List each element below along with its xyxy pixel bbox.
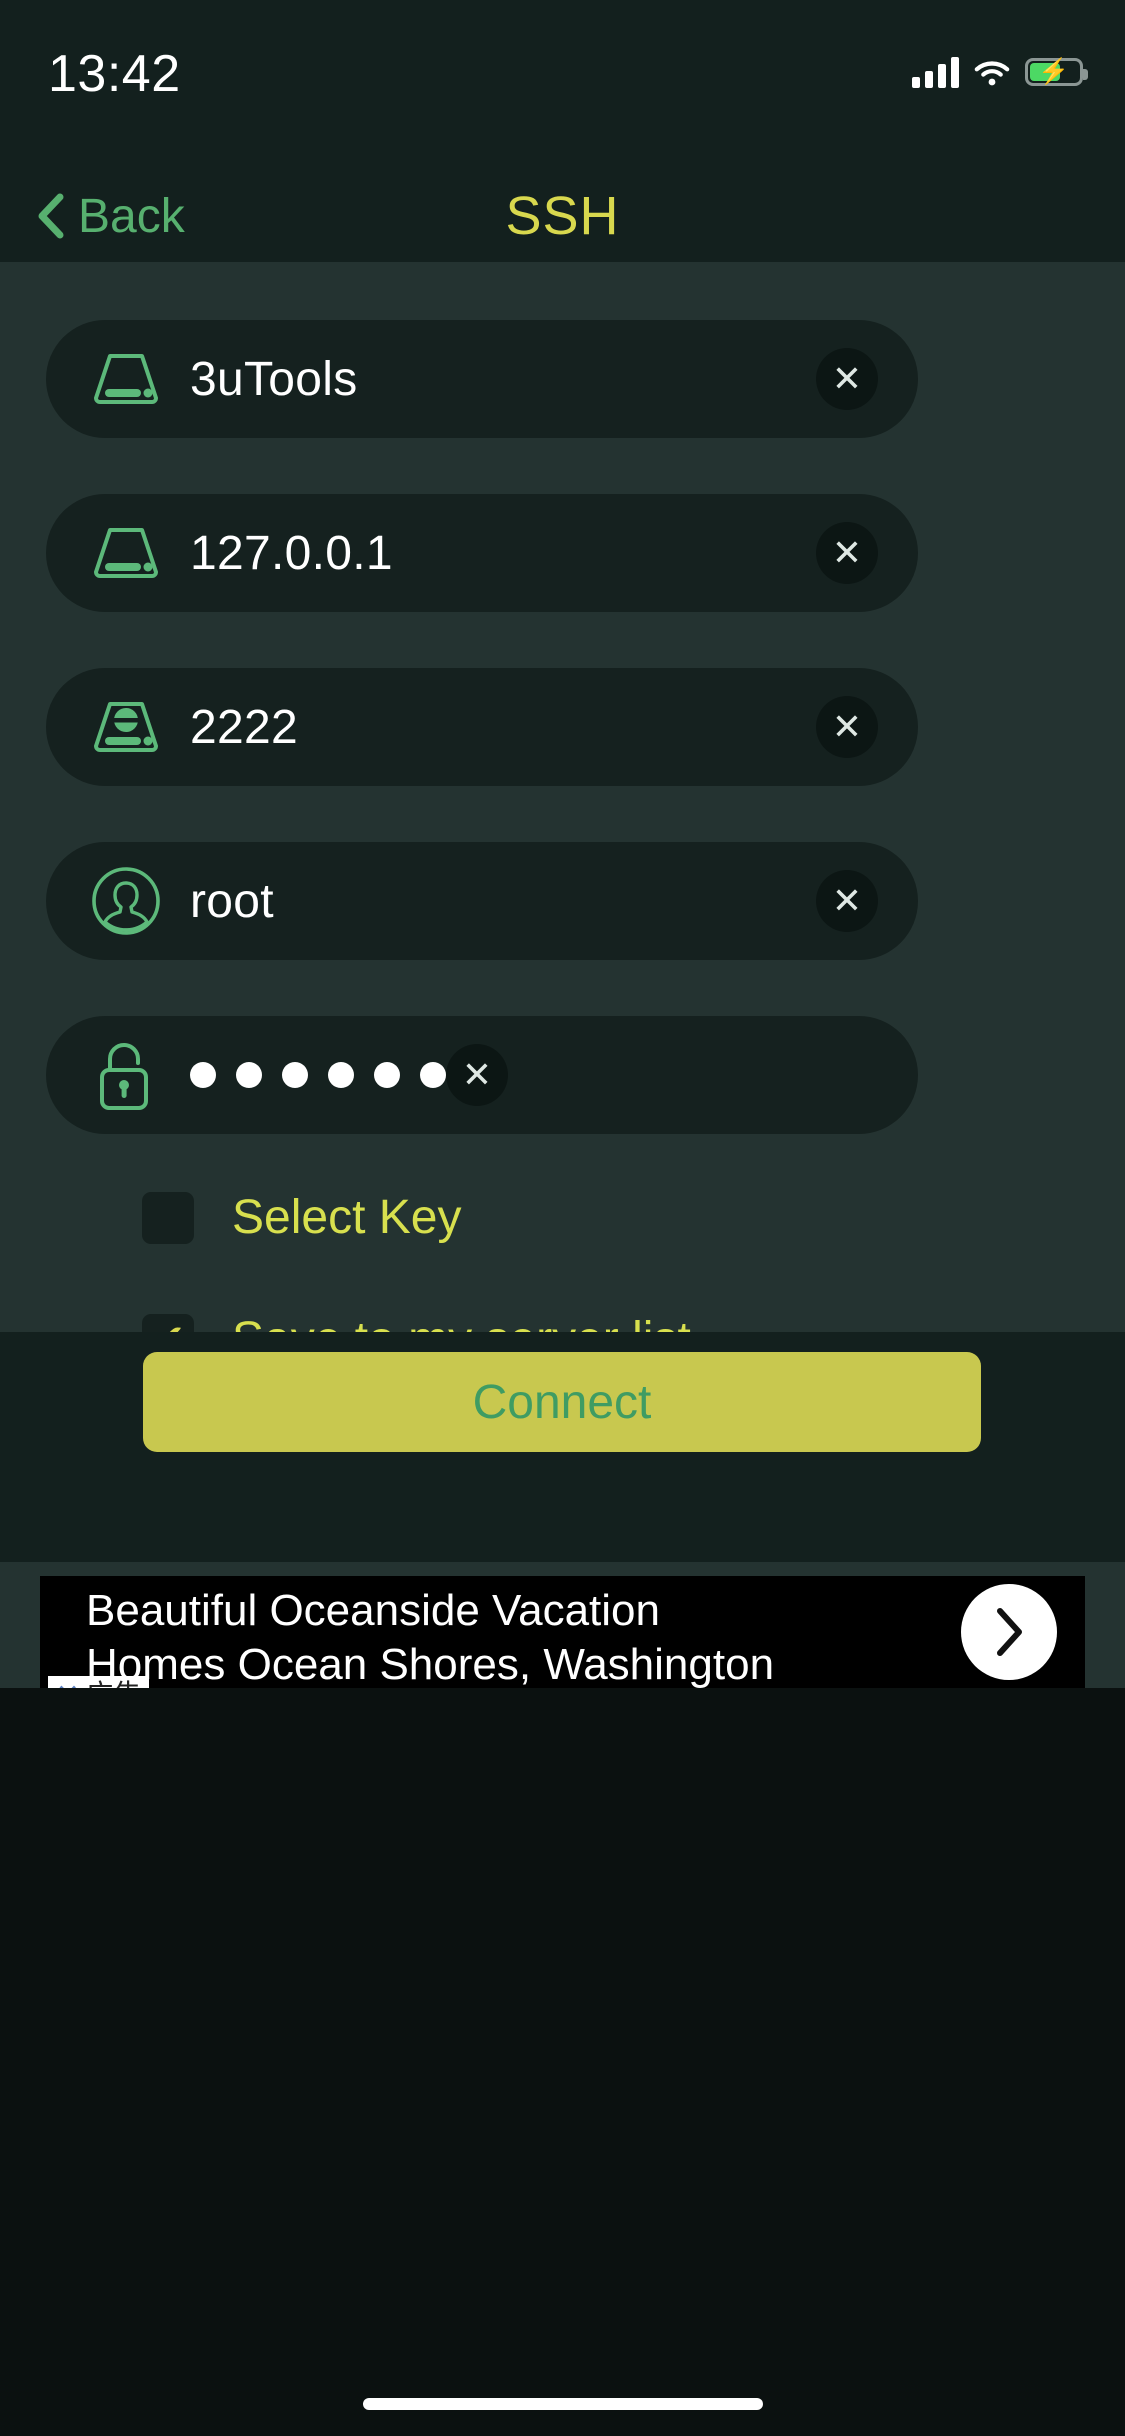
clear-button-port[interactable]: ✕ bbox=[816, 696, 878, 758]
close-icon[interactable]: ✕ bbox=[56, 1681, 79, 1689]
field-value-host: 127.0.0.1 bbox=[190, 526, 393, 580]
ad-arrow-button[interactable] bbox=[961, 1584, 1057, 1680]
field-value-name: 3uTools bbox=[190, 352, 358, 406]
ad-badge-label: 广告 bbox=[85, 1681, 141, 1689]
field-row-username[interactable]: root ✕ bbox=[46, 842, 918, 960]
clear-button-name[interactable]: ✕ bbox=[816, 348, 878, 410]
form-content: 3uTools ✕ 127.0.0.1 ✕ 2222 ✕ root ✕ ✕ Se… bbox=[0, 262, 1125, 1486]
home-indicator bbox=[362, 2398, 763, 2410]
cellular-bars-icon bbox=[912, 56, 959, 88]
ad-close-badge[interactable]: ✕ 广告 bbox=[48, 1676, 150, 1689]
ad-banner[interactable]: Beautiful Oceanside Vacation Homes Ocean… bbox=[40, 1576, 1085, 1688]
status-bar: 13:42 ⚡ bbox=[0, 0, 1125, 170]
server-icon bbox=[78, 348, 174, 410]
phone-screen: 13:42 ⚡ Back SSH 3uTools ✕ 127.0.0.1 ✕ 2… bbox=[0, 0, 1125, 2436]
field-value-password bbox=[190, 1062, 446, 1088]
connect-footer: Connect bbox=[0, 1352, 1125, 1562]
field-row-port[interactable]: 2222 ✕ bbox=[46, 668, 918, 786]
checkbox-row-select-key[interactable]: Select Key bbox=[142, 1190, 461, 1245]
field-row-name[interactable]: 3uTools ✕ bbox=[46, 320, 918, 438]
server-icon bbox=[78, 522, 174, 584]
user-icon bbox=[78, 865, 174, 937]
wifi-icon bbox=[973, 57, 1011, 87]
page-title: SSH bbox=[505, 186, 620, 246]
field-value-port: 2222 bbox=[190, 700, 298, 754]
field-row-password[interactable]: ✕ bbox=[46, 1016, 918, 1134]
nav-bar: Back SSH bbox=[0, 170, 1125, 262]
ad-line-2: Homes Ocean Shores, Washington bbox=[86, 1640, 775, 1688]
unlock-icon bbox=[78, 1037, 174, 1113]
battery-charging-icon: ⚡ bbox=[1025, 58, 1088, 86]
chevron-right-icon bbox=[997, 1608, 1022, 1656]
ad-line-1: Beautiful Oceanside Vacation bbox=[86, 1586, 660, 1635]
checkbox-select-key[interactable] bbox=[142, 1191, 194, 1244]
clear-button-username[interactable]: ✕ bbox=[816, 870, 878, 932]
clear-button-password[interactable]: ✕ bbox=[446, 1044, 508, 1106]
bottom-background bbox=[0, 1688, 1125, 2436]
field-row-host[interactable]: 127.0.0.1 ✕ bbox=[46, 494, 918, 612]
connect-button[interactable]: Connect bbox=[143, 1352, 981, 1452]
checkbox-label-select-key: Select Key bbox=[232, 1191, 462, 1244]
status-icons: ⚡ bbox=[912, 48, 1088, 96]
port-icon bbox=[78, 696, 174, 758]
field-value-username: root bbox=[190, 874, 274, 928]
ad-text: Beautiful Oceanside Vacation Homes Ocean… bbox=[86, 1584, 876, 1688]
status-time: 13:42 bbox=[48, 45, 181, 103]
clear-button-host[interactable]: ✕ bbox=[816, 522, 878, 584]
